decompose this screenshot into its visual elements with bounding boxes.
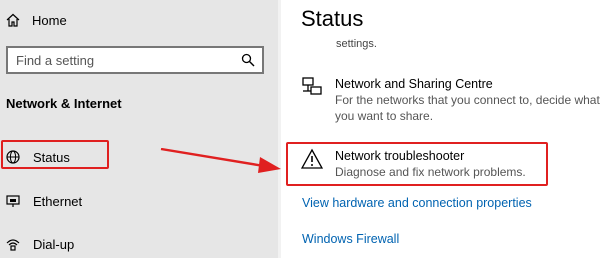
network-sharing-centre-entry[interactable]: Network and Sharing Centre For the netwo…: [301, 76, 600, 124]
dialup-icon: [4, 235, 22, 253]
search-icon[interactable]: [241, 53, 255, 72]
search-box[interactable]: [6, 46, 264, 74]
entry-title: Network troubleshooter: [335, 149, 465, 163]
network-troubleshooter-entry[interactable]: Network troubleshooter Diagnose and fix …: [300, 148, 600, 180]
windows-firewall-link[interactable]: Windows Firewall: [302, 232, 399, 246]
sidebar-item-label: Ethernet: [33, 193, 83, 209]
entry-title: Network and Sharing Centre: [335, 77, 493, 91]
sharing-centre-icon: [301, 76, 325, 100]
home-icon: [4, 11, 22, 29]
sidebar-item-ethernet[interactable]: Ethernet: [4, 189, 264, 213]
nav-home-label: Home: [32, 12, 67, 28]
sidebar-item-dialup[interactable]: Dial-up: [4, 232, 264, 256]
warning-icon: [300, 148, 325, 172]
nav-home[interactable]: Home: [4, 8, 264, 32]
section-title: Network & Internet: [6, 96, 122, 111]
annotation-arrow: [160, 148, 281, 173]
sidebar-item-label: Status: [33, 149, 70, 165]
globe-icon: [4, 148, 22, 166]
search-input[interactable]: [8, 51, 233, 69]
main-content: Status settings. Network and Sharing Cen…: [281, 0, 600, 258]
entry-desc-line2: you want to share.: [335, 109, 434, 123]
settings-sidebar: Home Network & Internet Status Ethernet …: [0, 0, 278, 258]
view-hardware-properties-link[interactable]: View hardware and connection properties: [302, 196, 532, 210]
entry-desc-line1: Diagnose and fix network problems.: [335, 165, 526, 179]
sidebar-item-label: Dial-up: [33, 236, 75, 252]
ethernet-icon: [4, 192, 22, 210]
entry-desc-line1: For the networks that you connect to, de…: [335, 93, 600, 107]
truncated-text: settings.: [336, 38, 377, 50]
page-title: Status: [301, 6, 364, 31]
